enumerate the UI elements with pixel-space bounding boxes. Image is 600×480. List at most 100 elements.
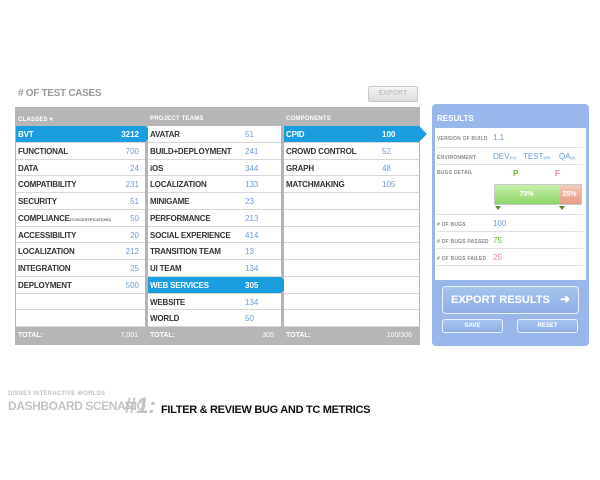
env-dev[interactable]: DEV(15) [493,152,517,161]
list-item[interactable]: DATA 24 [16,160,145,177]
item-label: CPID [286,130,305,139]
item-label: INTEGRATION [18,264,71,273]
fail-letter: F [555,169,560,178]
item-count: 24 [130,163,139,173]
item-label: FUNCTIONAL [18,147,68,156]
export-results-label: EXPORT RESULTS [451,294,550,306]
list-item [284,243,419,260]
list-item[interactable]: ACCESSIBILITY 20 [16,227,145,244]
list-item [284,210,419,227]
test-case-grid: CLASSES ▾ BVT 3212 FUNCTIONAL 700 DATA 24 COMPA… [15,107,427,345]
list-item[interactable]: MATCHMAKING 105 [284,176,419,193]
classes-dropdown[interactable]: CLASSES ▾ [15,107,146,126]
total-label: TOTAL: [286,332,312,339]
scenario-number: #1: [124,393,156,418]
list-item[interactable]: GRAPH 48 [284,160,419,177]
list-item[interactable]: iOS 344 [148,160,281,177]
list-item [284,310,419,327]
list-item[interactable]: TRANSITION TEAM 13 [148,243,281,260]
item-label: WEBSITE [150,298,185,307]
item-label-text: MATCHMAKING [286,180,345,190]
item-label-text: SECURITY [18,197,57,206]
list-item[interactable]: UI TEAM 134 [148,260,281,277]
results-body: VERSION OF BUILD 1.1 ENVIRONMENT DEV(15)… [435,128,586,280]
list-item[interactable]: WEB SERVICES 305 [148,276,289,294]
export-button[interactable]: EXPORT [368,86,418,102]
brand-label: DISNEY INTERACTIVE WORLDS [8,391,106,397]
item-label: MATCHMAKING [286,180,345,189]
page-title: # OF TEST CASES [18,88,102,99]
item-label: CROWD CONTROL [286,147,356,156]
list-item[interactable]: CPID 100 [284,126,427,143]
list-item[interactable]: INTEGRATION 25 [16,260,145,277]
item-label: UI TEAM [150,264,182,273]
list-item[interactable]: SOCIAL EXPERIENCE 414 [148,227,281,244]
version-label: VERSION OF BUILD [437,136,488,142]
item-label-text: LOCALIZATION [150,180,207,190]
list-item [284,277,419,294]
list-item[interactable]: WEBSITE 134 [148,294,281,311]
range-marker-icon[interactable] [559,206,565,210]
column-rows: CPID 100 CROWD CONTROL 52 GRAPH 48 MATCHMAKING… [284,126,427,327]
list-item[interactable]: DEPLOYMENT 500 [16,277,145,294]
item-label-text: WEBSITE [150,297,186,307]
range-marker-icon[interactable] [495,206,501,210]
list-item[interactable]: MINIGAME 23 [148,193,281,210]
item-count: 231 [125,180,139,190]
export-results-button[interactable]: EXPORT RESULTS ➜ [442,286,579,314]
item-label: COMPATIBILITY [18,180,77,190]
list-item[interactable]: AVATAR 51 [148,126,281,143]
list-item [284,193,419,210]
item-count: 305 [245,280,259,290]
item-label: COMPLIANCE(TCR/CERTIFICATIONS) [18,214,111,223]
list-item[interactable]: COMPATIBILITY 231 [16,176,145,193]
column-total: TOTAL: 100/306 [283,327,420,345]
item-label: BUILD+DEPLOYMENT [150,146,232,156]
environment-label: ENVIRONMENT [437,155,477,161]
item-count: 23 [245,197,254,206]
item-count: 105 [382,180,396,190]
reset-button[interactable]: RESET [517,319,578,333]
env-test[interactable]: TEST(85) [523,152,551,161]
item-label-text: MINIGAME [150,197,190,206]
list-item [16,310,145,327]
total-value: 305 [262,332,274,339]
item-label-note: (TCR/CERTIFICATIONS) [69,216,111,222]
item-count: 48 [382,163,391,173]
item-label-text: BUILD+DEPLOYMENT [150,146,232,156]
list-item[interactable]: COMPLIANCE(TCR/CERTIFICATIONS) 50 [16,210,145,227]
list-item[interactable]: CROWD CONTROL 52 [284,143,419,160]
item-label: BVT [18,130,34,139]
list-item[interactable]: WORLD 50 [148,310,281,327]
item-label: LOCALIZATION [150,180,207,189]
item-label-text: AVATAR [150,130,180,139]
item-label: iOS [150,164,163,173]
item-count: 241 [245,146,259,156]
save-button[interactable]: SAVE [442,319,503,333]
item-count: 344 [245,163,259,173]
item-label: DEPLOYMENT [18,281,72,290]
grid-column: CLASSES ▾ BVT 3212 FUNCTIONAL 700 DATA 24 COMPA… [15,107,153,345]
column-total: TOTAL: 7,001 [15,327,146,345]
list-item[interactable]: BUILD+DEPLOYMENT 241 [148,143,281,160]
item-count: 25 [130,264,139,273]
results-header: RESULTS [437,114,474,123]
total-value: 7,001 [120,332,138,339]
list-item[interactable]: LOCALIZATION 133 [148,176,281,193]
item-label-text: LOCALIZATION [18,247,75,257]
list-item[interactable]: SECURITY 51 [16,193,145,210]
item-label-text: INTEGRATION [18,264,71,273]
item-count: 134 [245,264,259,273]
list-item[interactable]: BVT 3212 [16,126,153,143]
item-label-text: CROWD CONTROL [286,146,357,156]
list-item[interactable]: PERFORMANCE 213 [148,210,281,227]
fail-percent: 25% [562,191,577,198]
total-label: TOTAL: [18,332,44,339]
list-item[interactable]: LOCALIZATION 212 [16,243,145,260]
env-qa[interactable]: QA(0) [559,152,575,161]
item-label-text: COMPATIBILITY [18,180,77,190]
list-item[interactable]: FUNCTIONAL 700 [16,143,145,160]
item-count: 100 [382,130,396,139]
item-label-text: iOS [150,163,164,173]
item-label-text: ACCESSIBILITY [18,230,77,240]
